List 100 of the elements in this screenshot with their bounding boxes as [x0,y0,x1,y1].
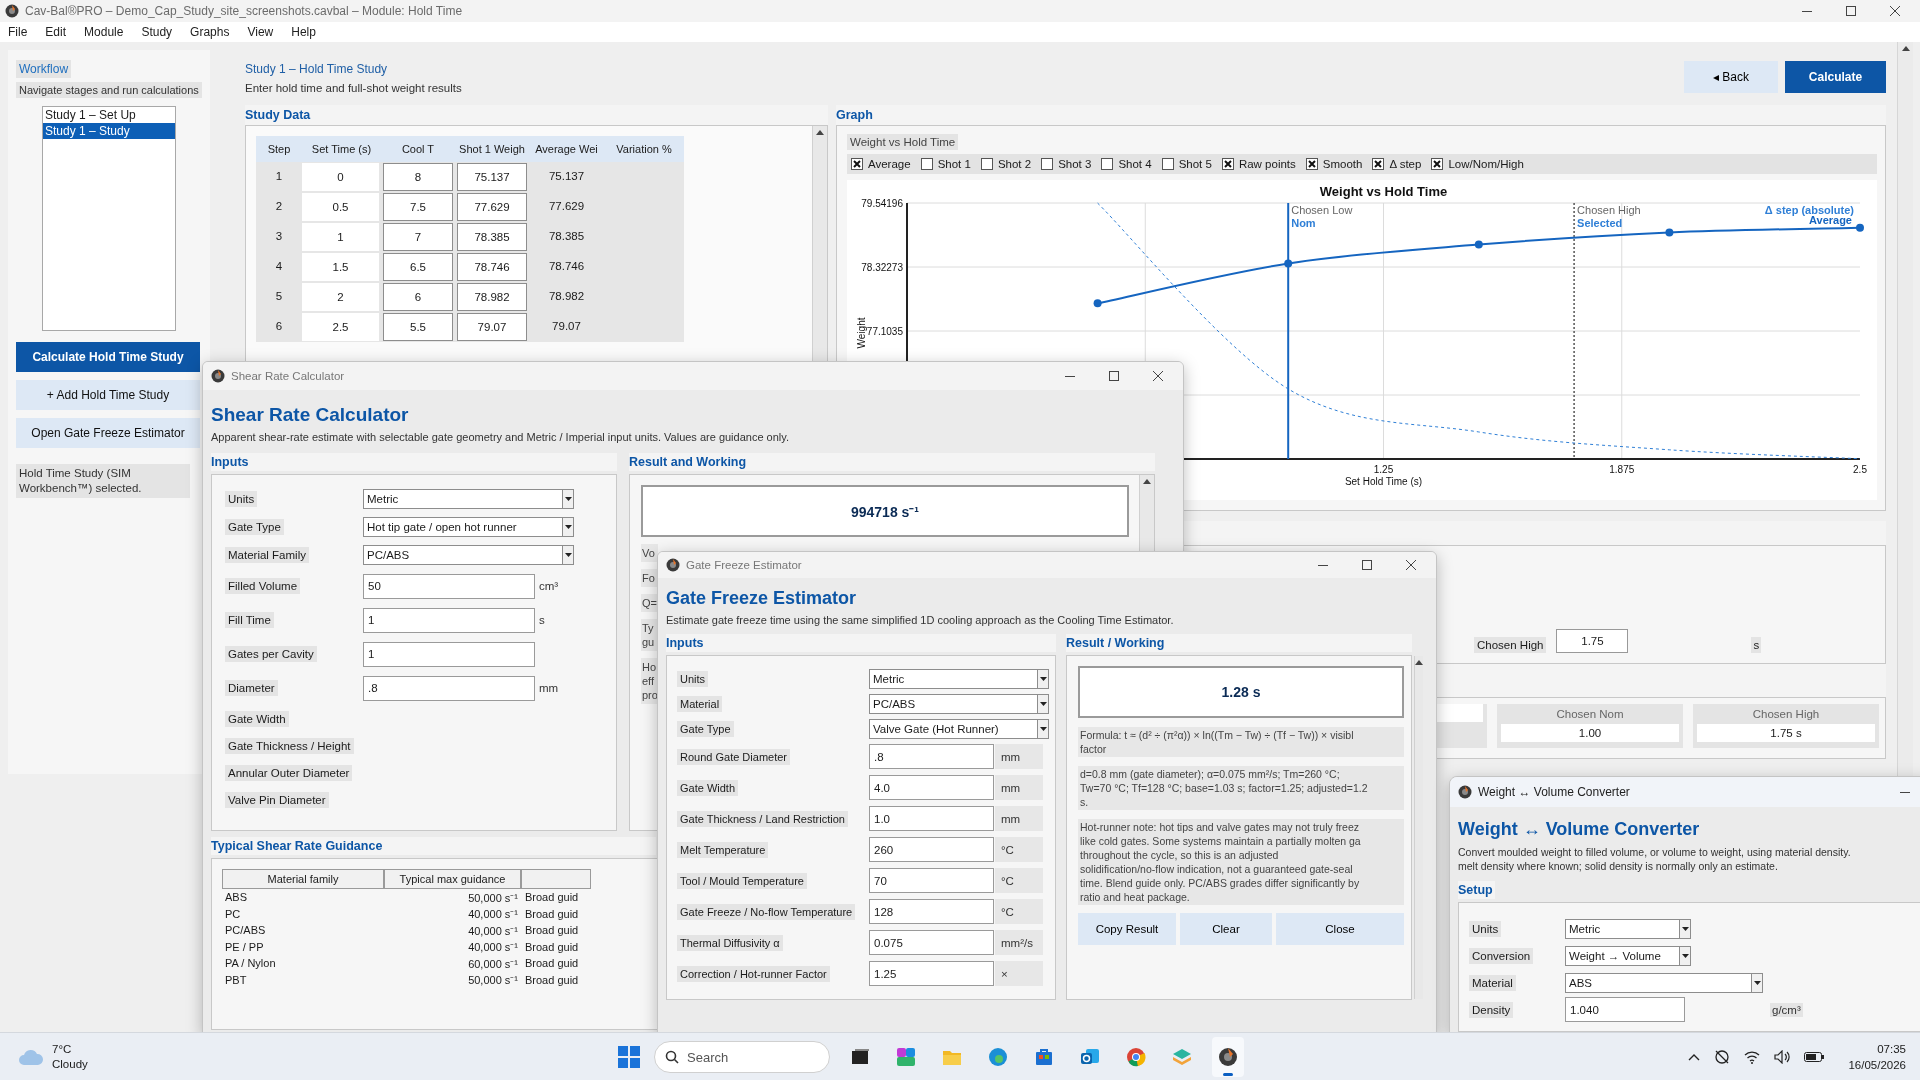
checkbox-label[interactable]: Shot 4 [1118,158,1152,170]
action-button[interactable]: + Add Hold Time Study [16,380,200,410]
checkbox[interactable] [1221,158,1234,170]
field-label: Gate Width [677,779,739,796]
input-field[interactable]: 1.040 [1565,997,1685,1022]
table-cell-text: Broad guid [524,956,580,972]
action-button[interactable]: Calculate Hold Time Study [16,342,200,372]
dropdown[interactable]: Metric [1565,918,1691,939]
cell-input[interactable]: 6 [383,283,453,311]
checkbox-label[interactable]: Raw points [1238,158,1296,170]
checkbox[interactable] [980,158,993,170]
dropdown[interactable]: Metric [869,668,1049,689]
checkbox[interactable] [1101,158,1114,170]
dropdown[interactable]: PC/ABS [363,545,574,565]
chart-annotation: Chosen High [1577,204,1641,216]
input-field[interactable]: .8 [363,675,535,701]
menu-item[interactable]: Help [291,25,316,39]
cell-input[interactable]: 7.5 [383,193,453,221]
checkbox[interactable] [1161,158,1174,170]
maximize-icon[interactable] [1846,6,1856,16]
input-field[interactable]: 260 [869,837,994,862]
dialog-button[interactable]: Clear [1180,913,1272,945]
calculate-button[interactable]: Calculate [1785,61,1886,93]
checkbox[interactable] [1305,158,1318,170]
menu-item[interactable]: Study [141,25,173,39]
input-field[interactable]: 50 [363,573,535,599]
checkbox-label[interactable]: Shot 1 [937,158,971,170]
start-icon[interactable] [618,1046,640,1068]
menu-item[interactable]: Edit [45,25,67,39]
cell-input[interactable]: 6.5 [383,253,453,281]
checkbox-label[interactable]: Shot 3 [1058,158,1092,170]
stage-item[interactable]: Study 1 – Set Up [43,107,175,123]
input-field[interactable]: 1.0 [869,806,994,831]
input-field[interactable]: 1.25 [869,961,994,986]
dropdown[interactable]: PC/ABS [869,693,1049,714]
checkbox[interactable] [1041,158,1054,170]
dropdown[interactable]: Hot tip gate / open hot runner [363,517,574,537]
cell-input[interactable]: 7 [383,223,453,251]
maximize-icon[interactable] [1109,371,1119,381]
dropdown[interactable]: Weight → Volume [1565,945,1691,966]
clock-time[interactable]: 07:35 [1877,1041,1906,1057]
speaker-icon[interactable] [1774,1050,1791,1064]
back-button[interactable]: ◂ Back [1684,61,1778,93]
input-field[interactable]: 4.0 [869,775,994,800]
menu-item[interactable]: View [247,25,274,39]
dropdown[interactable]: Metric [363,489,574,509]
dropdown[interactable]: Valve Gate (Hot Runner) [869,718,1049,739]
checkbox-label[interactable]: Shot 2 [997,158,1032,170]
browser-icon[interactable] [1125,1046,1147,1068]
checkbox[interactable] [851,158,863,170]
logo-icon[interactable] [1217,1046,1239,1068]
chevron-up-icon[interactable] [1688,1053,1701,1061]
checkbox-label[interactable]: Shot 5 [1178,158,1212,170]
cell-input[interactable]: 79.07 [457,313,527,341]
dialog-button[interactable]: Copy Result [1078,913,1176,945]
checkbox[interactable] [920,158,933,170]
wifi-icon[interactable] [1744,1050,1761,1064]
browser-icon[interactable] [987,1046,1009,1068]
cell-input[interactable]: 5.5 [383,313,453,341]
checkbox-label[interactable]: Average [868,158,911,170]
network-icon[interactable] [1714,1049,1731,1065]
field-label: Thermal Diffusivity α [677,934,783,951]
menu-item[interactable]: Graphs [190,25,230,39]
dialog-button[interactable]: Close [1276,913,1404,945]
caret-icon [564,525,572,529]
close-icon[interactable] [1406,560,1416,570]
input-field[interactable]: 1.75 [1556,629,1629,653]
menu-item[interactable]: Module [84,25,124,39]
scroll-up-icon[interactable] [1143,479,1151,484]
input-field[interactable]: 1 [363,607,535,633]
cell-input[interactable]: 78.982 [457,283,527,311]
scroll-up-icon[interactable] [1901,46,1910,51]
close-icon[interactable] [1890,6,1900,16]
stage-item[interactable]: Study 1 – Study [43,123,175,139]
store-icon[interactable] [1033,1046,1055,1068]
clock-date[interactable]: 16/05/2026 [1848,1057,1906,1073]
close-icon[interactable] [1153,371,1163,381]
checkbox[interactable] [1431,158,1444,170]
cell-input[interactable]: 78.746 [457,253,527,281]
checkbox-label[interactable]: Smooth [1322,158,1363,170]
battery-icon[interactable] [1804,1052,1825,1062]
input-field[interactable]: 0.075 [869,930,994,955]
menu-item[interactable]: File [8,25,28,39]
cell-input[interactable]: 78.385 [457,223,527,251]
input-field[interactable]: 128 [869,899,994,924]
search-field[interactable]: Search [654,1041,830,1073]
action-button[interactable]: Open Gate Freeze Estimator [16,418,200,448]
dropdown[interactable]: ABS [1565,972,1763,993]
cell-input[interactable]: 77.629 [457,193,527,221]
checkbox-label[interactable]: Δ step [1389,158,1422,170]
tiles-icon[interactable] [895,1046,917,1068]
scroll-up-icon[interactable] [816,130,824,135]
input-field[interactable]: .8 [869,744,994,769]
checkbox-label[interactable]: Low/Nom/High [1448,158,1524,170]
maximize-icon[interactable] [1362,560,1372,570]
checkbox[interactable] [1372,158,1385,170]
input-field[interactable]: 1 [363,641,535,667]
cell-input[interactable]: 8 [383,163,453,191]
input-field[interactable]: 70 [869,868,994,893]
cell-input[interactable]: 75.137 [457,163,527,191]
